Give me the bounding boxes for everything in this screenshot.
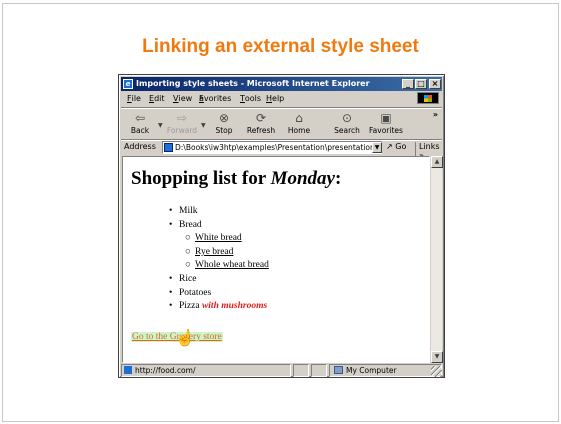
status-cell-empty (293, 364, 309, 377)
rye-bread-link[interactable]: Rye bread (195, 247, 233, 257)
address-input[interactable]: D:\Books\iw3htp\examples\Presentation\pr… (162, 141, 382, 154)
hand-cursor-icon: ☝ (175, 330, 195, 347)
maximize-button[interactable]: □ (415, 79, 427, 89)
favorites-icon: ▣ (380, 111, 392, 125)
menu-bar: File Edit View Fa vorites Tools Help (121, 92, 442, 106)
list-item: • Milk (169, 206, 198, 216)
list-item: ○ Rye bread (185, 246, 234, 257)
refresh-button[interactable]: ⟳ Refresh (244, 110, 278, 138)
list-item: • Rice (169, 273, 197, 284)
list-item: • Bread (169, 219, 202, 230)
status-cell-empty (311, 364, 327, 377)
whole-wheat-bread-link[interactable]: Whole wheat bread (195, 260, 269, 270)
white-bread-link[interactable]: White bread (195, 233, 242, 243)
standard-toolbar: ⇦ Back ▼ ⇨ Forward ▼ ⊗ Stop ⟳ Refresh ⌂ … (121, 107, 442, 138)
list-item: ○ Whole wheat bread (185, 260, 269, 271)
menu-favorites[interactable]: Fa vorites (199, 92, 231, 106)
minimize-button[interactable]: _ (402, 79, 414, 89)
home-button[interactable]: ⌂ Home (282, 110, 316, 138)
windows-logo-icon (417, 92, 439, 104)
status-url-cell: http://food.com/ (121, 364, 291, 377)
forward-button[interactable]: ⇨ Forward (165, 110, 199, 138)
page-heading: Shopping list for Monday: (131, 168, 342, 189)
browser-window: e Importing style sheets - Microsoft Int… (118, 74, 445, 378)
back-dropdown-icon[interactable]: ▼ (158, 122, 163, 129)
list-item: ○ White bread (185, 233, 242, 244)
back-button[interactable]: ⇦ Back (123, 110, 157, 138)
forward-dropdown-icon[interactable]: ▼ (201, 122, 206, 129)
toolbar-chevron[interactable]: » (433, 110, 438, 119)
ie-logo-icon: e (123, 79, 133, 89)
menu-edit[interactable]: Edit (149, 92, 165, 106)
address-label: Address (124, 142, 156, 151)
list-item: • Pizza with mushrooms (169, 301, 268, 312)
menu-file[interactable]: File (127, 92, 141, 106)
page-status-icon (124, 366, 132, 374)
search-icon: ⊙ (341, 111, 353, 125)
address-dropdown-button[interactable]: ▼ (372, 142, 382, 153)
slide-title: Linking an external style sheet (142, 36, 419, 57)
page-icon (164, 143, 173, 152)
status-zone-cell: My Computer (329, 364, 442, 377)
shopping-list: • Milk • Bread ○ White bread ○ Rye bread ○ Wh… (169, 205, 269, 314)
status-bar: http://food.com/ My Computer (121, 364, 442, 377)
pizza-topping-emphasis: with mushrooms (201, 301, 268, 312)
favorites-button[interactable]: ▣ Favorites (366, 110, 406, 138)
search-button[interactable]: ⊙ Search (330, 110, 364, 138)
computer-icon (334, 366, 343, 374)
refresh-icon: ⟳ (255, 111, 267, 125)
address-value: D:\Books\iw3htp\examples\Presentation\pr… (175, 143, 375, 152)
title-bar[interactable]: e Importing style sheets - Microsoft Int… (121, 77, 442, 91)
address-bar: Address D:\Books\iw3htp\examples\Present… (121, 139, 442, 160)
home-icon: ⌂ (295, 111, 303, 125)
scroll-up-icon[interactable]: ▲ (431, 156, 443, 168)
back-arrow-icon: ⇦ (134, 111, 146, 125)
menu-help[interactable]: Help (266, 92, 284, 106)
close-button[interactable]: × (429, 79, 441, 89)
resize-grip-icon[interactable] (431, 366, 442, 377)
vertical-scrollbar[interactable]: ▲ ▼ (430, 156, 443, 363)
window-title: Importing style sheets - Microsoft Inter… (136, 79, 370, 88)
page-content: Shopping list for Monday: • Milk • Bread ○… (122, 156, 430, 363)
go-button[interactable]: ↗ Go (386, 142, 406, 151)
stop-button[interactable]: ⊗ Stop (207, 110, 241, 138)
forward-arrow-icon: ⇨ (176, 111, 188, 125)
menu-tools[interactable]: Tools (240, 92, 261, 106)
menu-view[interactable]: View (173, 92, 192, 106)
list-item: • Potatoes (169, 287, 212, 298)
go-arrow-icon: ↗ (386, 142, 393, 151)
scroll-down-icon[interactable]: ▼ (431, 351, 443, 363)
stop-icon: ⊗ (218, 111, 230, 125)
